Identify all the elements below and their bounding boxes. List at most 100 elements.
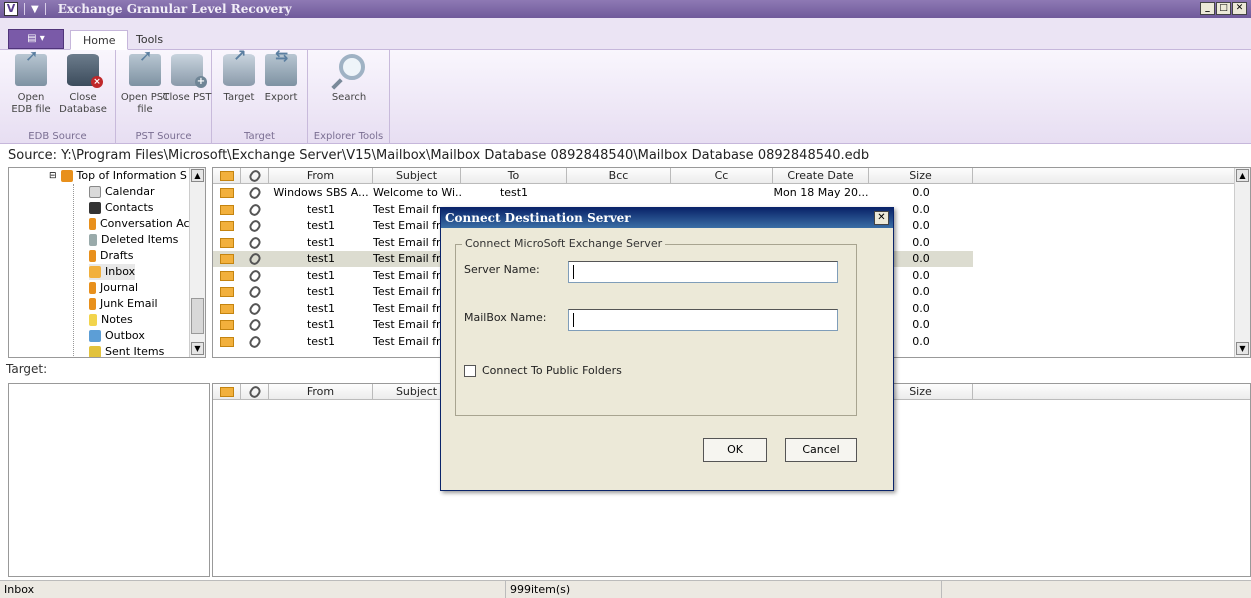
tree-item-calendar[interactable]: Calendar xyxy=(89,184,154,200)
cancel-button[interactable]: Cancel xyxy=(785,438,857,462)
tree-scrollbar[interactable]: ▲ ▼ xyxy=(189,168,205,357)
envelope-icon xyxy=(220,336,234,347)
tab-home[interactable]: Home xyxy=(70,30,129,50)
window-controls: _ □ ✕ xyxy=(1200,2,1247,15)
sent-icon xyxy=(89,346,101,357)
close-pst-button[interactable]: + Close PST xyxy=(162,54,212,104)
scroll-up-arrow-icon[interactable]: ▲ xyxy=(1236,169,1249,182)
column-subject[interactable]: Subject xyxy=(373,168,461,184)
cell-from: test1 xyxy=(306,252,336,265)
ribbon-group-pst-source: ➚ Open PST file + Close PST PST Source xyxy=(116,48,212,144)
server-name-label: Server Name: xyxy=(464,263,540,276)
column-bcc[interactable]: Bcc xyxy=(567,168,671,184)
column-attachment-icon[interactable] xyxy=(241,168,269,184)
paperclip-icon xyxy=(247,251,263,267)
cell-from: test1 xyxy=(306,334,336,348)
column-read-icon[interactable] xyxy=(213,384,241,400)
tree-item-notes[interactable]: Notes xyxy=(89,312,133,328)
ok-button[interactable]: OK xyxy=(703,438,767,462)
search-label: Search xyxy=(331,92,367,103)
cell-from: test1 xyxy=(306,202,336,216)
tree-item-inbox[interactable]: Inbox xyxy=(89,264,136,280)
target-tree[interactable] xyxy=(8,383,210,577)
tree-item-deleted[interactable]: Deleted Items xyxy=(89,232,178,248)
resize-grip-icon[interactable] xyxy=(942,581,1251,598)
scroll-thumb[interactable] xyxy=(191,298,204,334)
ribbon-group-label: Target xyxy=(244,131,275,142)
pst-close-icon: + xyxy=(171,54,207,88)
outbox-icon xyxy=(89,330,101,342)
cell-icon xyxy=(241,333,269,350)
title-bar: V ▼ Exchange Granular Level Recovery _ □… xyxy=(0,0,1251,18)
open-pst-icon: ➚ xyxy=(129,48,161,86)
open-edb-button[interactable]: ➚ Open EDB file xyxy=(6,48,56,116)
close-database-button[interactable]: × Close Database xyxy=(58,54,108,116)
envelope-icon xyxy=(220,254,234,264)
paperclip-icon xyxy=(247,218,263,234)
cell-from: test1 xyxy=(306,285,336,298)
export-button[interactable]: ⇆ Export xyxy=(256,48,306,104)
cell-icon xyxy=(213,185,241,201)
open-edb-label: Open EDB file xyxy=(11,92,51,115)
open-folder-icon: ➚ xyxy=(15,48,47,86)
notes-icon xyxy=(89,314,97,326)
column-create-date[interactable]: Create Date xyxy=(773,168,869,184)
tree-item-drafts[interactable]: Drafts xyxy=(89,248,133,264)
ribbon-group-label: Explorer Tools xyxy=(313,131,384,142)
column-to[interactable]: To xyxy=(461,168,567,184)
window-title: Exchange Granular Level Recovery xyxy=(57,2,292,16)
tree-item-journal[interactable]: Journal xyxy=(89,280,138,296)
envelope-icon xyxy=(220,237,234,248)
tree-root[interactable]: ⊟ Top of Information S xyxy=(49,168,187,184)
ribbon-group-explorer-tools: Search Explorer Tools xyxy=(308,50,390,144)
column-size[interactable]: Size xyxy=(869,168,973,184)
app-logo-icon: V xyxy=(4,2,18,16)
close-button[interactable]: ✕ xyxy=(1232,2,1247,15)
mailbox-name-input[interactable] xyxy=(568,309,838,331)
close-pst-label: Close PST xyxy=(162,92,212,103)
public-folders-checkbox[interactable] xyxy=(464,365,476,377)
export-icon: ⇆ xyxy=(265,48,297,86)
inbox-icon xyxy=(89,266,101,278)
column-read-icon[interactable] xyxy=(213,168,241,184)
cell-icon xyxy=(241,300,269,317)
cell-icon xyxy=(213,202,241,218)
cell-from: test1 xyxy=(306,219,336,232)
scroll-down-arrow-icon[interactable]: ▼ xyxy=(191,342,204,355)
tree-item-outbox[interactable]: Outbox xyxy=(89,328,145,344)
source-path: Source: Y:\Program Files\Microsoft\Excha… xyxy=(0,146,1251,166)
group-label: Connect MicroSoft Exchange Server xyxy=(462,237,666,250)
scroll-up-arrow-icon[interactable]: ▲ xyxy=(191,169,204,182)
maximize-button[interactable]: □ xyxy=(1216,2,1231,15)
folder-icon xyxy=(60,170,73,182)
title-separator xyxy=(24,3,25,15)
title-separator xyxy=(44,3,46,15)
dialog-close-button[interactable]: ✕ xyxy=(874,211,889,225)
minimize-button[interactable]: _ xyxy=(1200,2,1215,15)
tree-item-conversation[interactable]: Conversation Ac xyxy=(89,216,190,232)
search-button[interactable]: Search xyxy=(324,54,374,104)
contacts-icon xyxy=(89,202,101,214)
cell-icon xyxy=(241,317,269,333)
scroll-down-arrow-icon[interactable]: ▼ xyxy=(1236,342,1249,355)
column-cc[interactable]: Cc xyxy=(671,168,773,184)
database-close-icon: × xyxy=(67,54,103,88)
folder-tree[interactable]: ⊟ Top of Information S Calendar Contacts… xyxy=(8,167,206,358)
ribbon-group-target: ↗ Target ⇆ Export Target xyxy=(212,48,308,144)
cell-icon xyxy=(241,267,269,284)
column-attachment-icon[interactable] xyxy=(241,384,269,400)
grid-scrollbar[interactable]: ▲ ▼ xyxy=(1234,168,1250,357)
tree-item-sent[interactable]: Sent Items xyxy=(89,344,164,357)
folder-icon xyxy=(89,250,96,262)
cell-icon xyxy=(241,218,269,234)
quick-access-dropdown-icon[interactable]: ▼ xyxy=(31,4,39,15)
tree-item-contacts[interactable]: Contacts xyxy=(89,200,154,216)
status-folder: Inbox xyxy=(0,581,506,598)
tree-item-junk[interactable]: Junk Email xyxy=(89,296,158,312)
public-folders-label: Connect To Public Folders xyxy=(482,364,622,377)
table-row[interactable]: Windows SBS A... Welcome to Wi... test1 Mon… xyxy=(213,185,973,201)
paperclip-icon xyxy=(247,284,263,300)
target-column-from[interactable]: From xyxy=(269,384,373,400)
server-name-input[interactable] xyxy=(568,261,838,283)
column-from[interactable]: From xyxy=(269,168,373,184)
